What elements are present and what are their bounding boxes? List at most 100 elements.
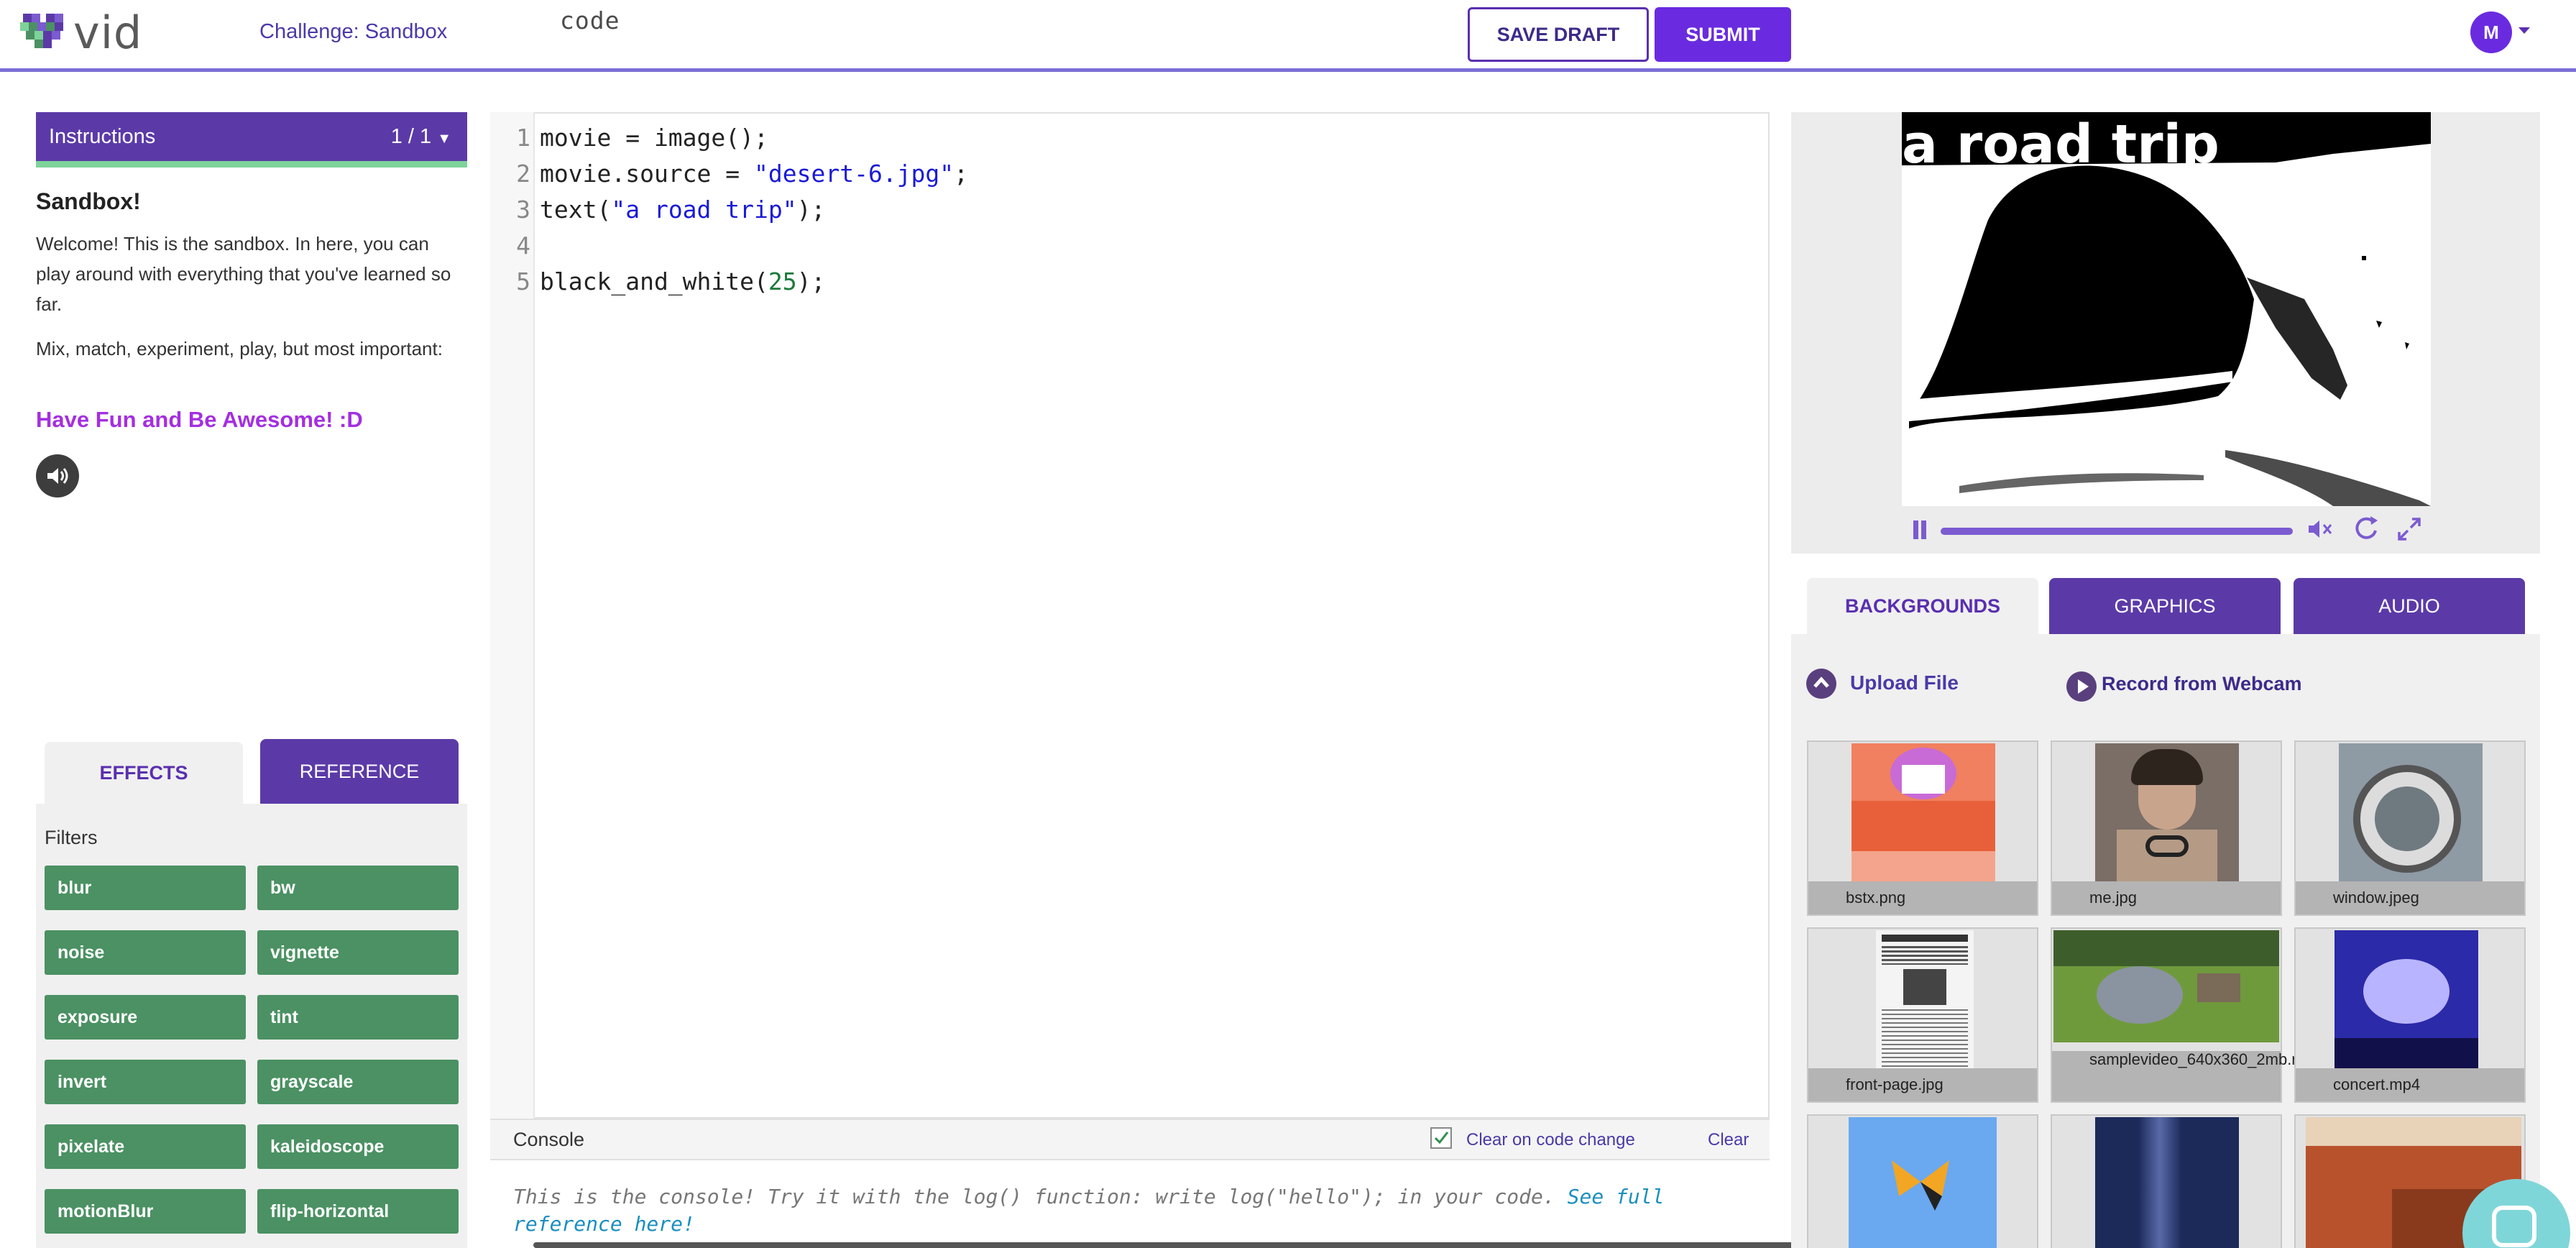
logo-code: code xyxy=(560,6,620,35)
code-text: ); xyxy=(796,267,826,295)
tab-reference[interactable]: REFERENCE xyxy=(260,739,459,804)
webcam-record-icon[interactable] xyxy=(2066,671,2097,702)
instructions-progress-bar xyxy=(36,161,467,168)
instructions-paragraph-2: Mix, match, experiment, play, but most i… xyxy=(36,338,443,359)
media-file-name: samplevideo_640x360_2mb.mp4 xyxy=(2052,1051,2322,1101)
instructions-title: Instructions xyxy=(49,125,156,148)
heart-logo-icon xyxy=(20,14,63,48)
thumbnail-image xyxy=(1876,930,1974,1068)
code-editor[interactable] xyxy=(490,112,1770,1119)
code-string: "desert-6.jpg" xyxy=(754,160,954,188)
play-glyph xyxy=(2078,679,2089,694)
speaker-icon[interactable] xyxy=(36,454,79,497)
line-number: 4 xyxy=(516,231,530,260)
code-text: black_and_white( xyxy=(540,267,768,295)
app-root: vid code Challenge: Sandbox SAVE DRAFT SU… xyxy=(0,0,2576,1248)
instructions-highlight: Have Fun and Be Awesome! :D xyxy=(36,407,363,432)
media-file-name: me.jpg xyxy=(2052,881,2281,914)
media-tile[interactable]: bstx.png xyxy=(1807,740,2038,916)
clear-on-change-label[interactable]: Clear on code change xyxy=(1466,1130,1635,1150)
filter-button-motionblur[interactable]: motionBlur xyxy=(45,1189,246,1234)
preview-overlay-text: a road trip xyxy=(1902,114,2220,175)
tab-backgrounds[interactable]: BACKGROUNDS xyxy=(1807,578,2038,634)
line-number: 2 xyxy=(516,160,530,188)
chat-bubble-glyph xyxy=(2492,1206,2536,1247)
submit-button[interactable]: SUBMIT xyxy=(1655,7,1791,62)
media-file-name: concert.mp4 xyxy=(2296,1068,2524,1101)
save-draft-button[interactable]: SAVE DRAFT xyxy=(1468,7,1649,62)
tab-graphics[interactable]: GRAPHICS xyxy=(2049,578,2281,634)
upload-file-button[interactable]: Upload File xyxy=(1850,671,1959,694)
video-preview[interactable]: a road trip xyxy=(1902,112,2431,506)
clear-on-change-checkbox[interactable] xyxy=(1430,1127,1452,1149)
thumbnail-image xyxy=(2053,930,2279,1042)
media-tile[interactable] xyxy=(1807,1114,2038,1248)
pause-icon[interactable] xyxy=(1909,518,1931,542)
chat-icon[interactable] xyxy=(2462,1179,2570,1248)
mute-icon[interactable] xyxy=(2306,516,2334,542)
logo-text: vid code xyxy=(73,6,619,59)
filter-button-grayscale[interactable]: grayscale xyxy=(257,1060,459,1104)
upload-icon[interactable] xyxy=(1806,669,1836,699)
thumbnail-image xyxy=(2334,930,2478,1068)
line-number: 5 xyxy=(516,267,530,295)
thumbnail-image xyxy=(1852,743,1995,881)
filter-button-exposure[interactable]: exposure xyxy=(45,995,246,1040)
instructions-heading: Sandbox! xyxy=(36,188,141,214)
console-clear-button[interactable]: Clear xyxy=(1708,1130,1749,1150)
code-text: movie.source = xyxy=(540,160,755,188)
filter-button-kaleidoscope[interactable]: kaleidoscope xyxy=(257,1124,459,1169)
code-line-5[interactable]: black_and_white(25); xyxy=(540,267,825,295)
vidcode-logo[interactable]: vid code xyxy=(20,6,619,59)
code-line-1[interactable]: movie = image(); xyxy=(540,124,768,152)
code-line-2[interactable]: movie.source = "desert-6.jpg"; xyxy=(540,160,968,188)
code-text: ); xyxy=(796,196,826,224)
record-webcam-button[interactable]: Record from Webcam xyxy=(2102,673,2302,695)
user-avatar[interactable]: M xyxy=(2470,12,2512,53)
console-message-text: This is the console! Try it with the log… xyxy=(513,1185,1568,1208)
playback-progress-bar[interactable] xyxy=(1941,528,2293,535)
filter-button-blur[interactable]: blur xyxy=(45,866,246,910)
preview-image: a road trip xyxy=(1902,112,2431,506)
filter-button-pixelate[interactable]: pixelate xyxy=(45,1124,246,1169)
instructions-step: 1 / 1 xyxy=(390,125,432,148)
filter-button-tint[interactable]: tint xyxy=(257,995,459,1040)
thumbnail-image xyxy=(2095,743,2239,881)
filter-button-bw[interactable]: bw xyxy=(257,866,459,910)
tab-effects[interactable]: EFFECTS xyxy=(45,742,243,804)
thumbnail-image xyxy=(1849,1117,1997,1248)
chevron-down-icon[interactable] xyxy=(2518,27,2530,34)
challenge-title: Challenge: Sandbox xyxy=(259,20,448,43)
code-string: "a road trip" xyxy=(611,196,797,224)
instructions-step-selector[interactable]: 1 / 1 ▼ xyxy=(391,125,451,149)
code-text: movie = image(); xyxy=(540,124,768,152)
code-number: 25 xyxy=(768,267,797,295)
code-line-3[interactable]: text("a road trip"); xyxy=(540,196,825,224)
filter-button-noise[interactable]: noise xyxy=(45,930,246,975)
media-tile[interactable]: concert.mp4 xyxy=(2294,927,2526,1103)
checkmark-icon xyxy=(1434,1132,1449,1144)
media-tile[interactable]: me.jpg xyxy=(2051,740,2282,916)
fullscreen-icon[interactable] xyxy=(2395,515,2424,543)
upload-arrow-glyph xyxy=(1813,676,1829,688)
caret-down-icon: ▼ xyxy=(437,131,451,147)
media-file-name: window.jpeg xyxy=(2296,881,2524,914)
filters-label: Filters xyxy=(45,827,98,848)
butterfly-graphic xyxy=(1892,1160,1949,1211)
console-message: This is the console! Try it with the log… xyxy=(513,1183,1735,1238)
media-tile[interactable]: window.jpeg xyxy=(2294,740,2526,916)
top-header: vid code Challenge: Sandbox SAVE DRAFT SU… xyxy=(0,0,2576,72)
tab-audio[interactable]: AUDIO xyxy=(2294,578,2525,634)
filter-button-invert[interactable]: invert xyxy=(45,1060,246,1104)
media-tile[interactable] xyxy=(2051,1114,2282,1248)
filter-button-vignette[interactable]: vignette xyxy=(257,930,459,975)
media-tile[interactable]: front-page.jpg xyxy=(1807,927,2038,1103)
replay-icon[interactable] xyxy=(2352,513,2380,542)
logo-vid: vid xyxy=(73,6,143,59)
media-tile[interactable]: samplevideo_640x360_2mb.mp4 xyxy=(2051,927,2322,1103)
line-number: 1 xyxy=(516,124,530,152)
filter-button-flip-horizontal[interactable]: flip-horizontal xyxy=(257,1189,459,1234)
media-file-name: bstx.png xyxy=(1808,881,2037,914)
instructions-header[interactable]: Instructions 1 / 1 ▼ xyxy=(36,112,467,161)
line-number: 3 xyxy=(516,196,530,224)
